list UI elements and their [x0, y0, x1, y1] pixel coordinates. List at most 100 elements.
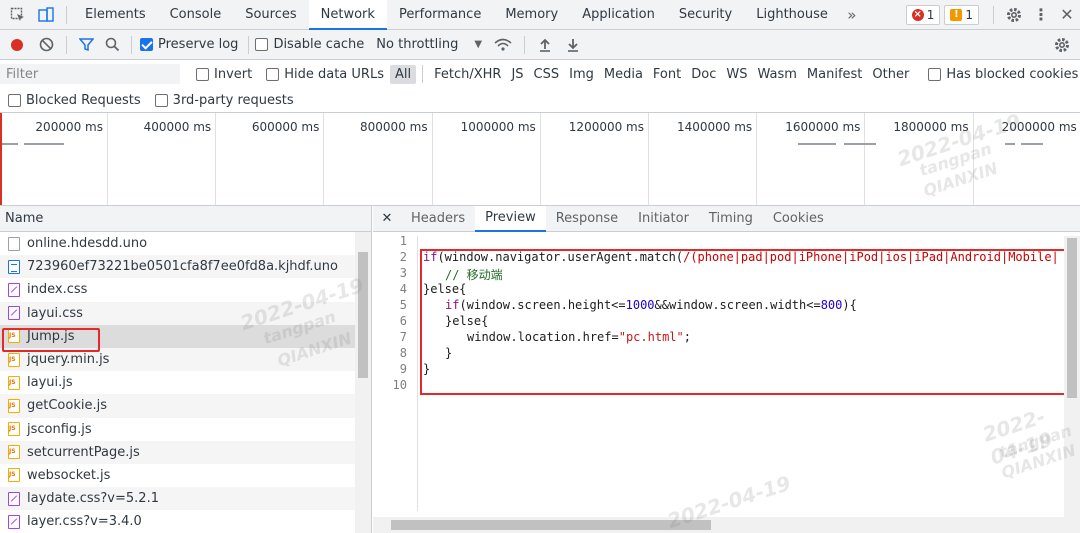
filter-input[interactable]: [0, 64, 180, 84]
request-row[interactable]: layui.css: [0, 301, 371, 325]
tab-console[interactable]: Console: [158, 0, 234, 30]
network-overview-timeline[interactable]: 200000 ms 400000 ms 600000 ms 800000 ms 1000…: [0, 113, 1080, 206]
hide-data-urls-label: Hide data URLs: [284, 66, 384, 82]
tab-memory[interactable]: Memory: [493, 0, 570, 30]
hide-data-urls-checkbox[interactable]: Hide data URLs: [266, 67, 384, 82]
filter-bar-secondary: Blocked Requests 3rd-party requests: [0, 88, 1080, 113]
third-party-requests-checkbox[interactable]: 3rd-party requests: [154, 93, 294, 108]
timeline-bar: [1021, 143, 1043, 145]
checkbox-unchecked[interactable]: [266, 67, 280, 81]
tab-performance[interactable]: Performance: [387, 0, 493, 30]
network-conditions-icon[interactable]: [488, 30, 518, 60]
checkbox-unchecked[interactable]: [928, 67, 942, 81]
filter-type-media[interactable]: Media: [599, 65, 648, 84]
has-blocked-cookies-checkbox[interactable]: Has blocked cookies: [928, 67, 1078, 82]
gutter-divider: [417, 236, 418, 511]
tab-application[interactable]: Application: [570, 0, 667, 30]
tab-network[interactable]: Network: [308, 0, 387, 30]
request-row[interactable]: index.css: [0, 278, 371, 301]
checkbox-checked[interactable]: [140, 38, 153, 51]
request-row[interactable]: websocket.js: [0, 464, 371, 487]
import-har-icon[interactable]: [531, 30, 559, 60]
toolbar-divider: [248, 35, 250, 54]
filter-type-css[interactable]: CSS: [529, 65, 565, 84]
disable-cache-checkbox[interactable]: Disable cache: [255, 37, 364, 52]
scrollbar-thumb[interactable]: [391, 520, 711, 530]
checkbox-unchecked[interactable]: [8, 93, 21, 107]
tab-sources[interactable]: Sources: [233, 0, 308, 30]
export-har-icon[interactable]: [559, 30, 587, 60]
preview-code-view: 1 2 3 4 5 6 7 8 9 10 if(window.navigator.userAgen…: [373, 234, 1080, 511]
clear-icon[interactable]: [32, 30, 60, 60]
request-row[interactable]: setcurrentPage.js: [0, 440, 371, 464]
script-file-icon: [8, 352, 20, 367]
stylesheet-file-icon: [8, 306, 20, 321]
inspect-element-icon[interactable]: [4, 0, 32, 30]
kebab-menu-icon[interactable]: ⋮: [1028, 0, 1054, 30]
request-detail-panel: ✕ Headers Preview Response Initiator Timing C…: [373, 206, 1080, 533]
warning-icon: !: [950, 8, 963, 21]
invert-checkbox[interactable]: Invert: [196, 67, 252, 82]
errors-badge[interactable]: × 1: [905, 4, 941, 25]
detail-tab-initiator[interactable]: Initiator: [628, 206, 699, 232]
errors-count: 1: [926, 7, 935, 22]
stylesheet-file-icon: [8, 514, 20, 529]
detail-tab-timing[interactable]: Timing: [699, 206, 763, 232]
network-settings-gear-icon[interactable]: [1044, 30, 1080, 60]
gear-icon[interactable]: [1000, 0, 1028, 30]
detail-tab-preview[interactable]: Preview: [475, 206, 546, 232]
device-toolbar-icon[interactable]: [32, 0, 60, 30]
checkbox-unchecked[interactable]: [255, 38, 269, 51]
script-file-icon: [8, 375, 20, 390]
preview-vertical-scrollbar[interactable]: [1064, 236, 1080, 517]
file-icon: [8, 236, 20, 251]
search-icon[interactable]: [99, 30, 125, 60]
request-row[interactable]: getCookie.js: [0, 394, 371, 418]
filter-type-doc[interactable]: Doc: [686, 65, 721, 84]
request-row[interactable]: layer.css?v=3.4.0: [0, 510, 371, 533]
filter-bar: Invert Hide data URLs All Fetch/XHRJSCSSI…: [0, 60, 1080, 88]
invert-label: Invert: [214, 66, 253, 82]
tab-elements[interactable]: Elements: [73, 0, 158, 30]
filter-type-other[interactable]: Other: [867, 65, 914, 84]
timeline-bar: [24, 143, 64, 145]
name-column-header[interactable]: Name: [0, 206, 371, 232]
filter-type-js[interactable]: JS: [506, 65, 528, 84]
filter-type-all[interactable]: All: [389, 64, 417, 84]
timeline-bar: [798, 143, 836, 145]
close-icon[interactable]: ✕: [1054, 0, 1080, 30]
record-icon[interactable]: [2, 30, 32, 60]
detail-tab-cookies[interactable]: Cookies: [763, 206, 834, 232]
chevron-double-right-icon[interactable]: »: [840, 0, 864, 30]
preserve-log-checkbox[interactable]: Preserve log: [140, 37, 238, 52]
scrollbar-thumb[interactable]: [1067, 238, 1077, 398]
warnings-badge[interactable]: ! 1: [944, 4, 979, 25]
detail-tab-headers[interactable]: Headers: [401, 206, 475, 232]
toolbar-divider: [66, 5, 67, 24]
tab-security[interactable]: Security: [667, 0, 744, 30]
timeline-tick-label: 800000 ms: [360, 120, 428, 134]
request-row[interactable]: 723960ef73221be0501cfa8f7ee0fd8a.kjhdf.u…: [0, 255, 371, 279]
devtools-main-toolbar: Elements Console Sources Network Performance…: [0, 0, 1080, 30]
filter-type-manifest[interactable]: Manifest: [802, 65, 867, 84]
filter-icon[interactable]: [73, 30, 99, 60]
request-row[interactable]: layui.js: [0, 371, 371, 394]
filter-type-ws[interactable]: WS: [721, 65, 752, 84]
filter-type-fetch-xhr[interactable]: Fetch/XHR: [429, 65, 506, 84]
throttling-select[interactable]: No throttling ▼: [376, 37, 482, 52]
filter-type-font[interactable]: Font: [648, 65, 686, 84]
detail-tab-response[interactable]: Response: [546, 206, 628, 232]
close-detail-icon[interactable]: ✕: [373, 206, 401, 232]
tab-lighthouse[interactable]: Lighthouse: [744, 0, 840, 30]
filter-type-img[interactable]: Img: [564, 65, 599, 84]
checkbox-unchecked[interactable]: [154, 93, 168, 107]
preview-horizontal-scrollbar[interactable]: [373, 517, 1080, 533]
filter-type-wasm[interactable]: Wasm: [752, 65, 801, 84]
request-row[interactable]: jsconfig.js: [0, 418, 371, 441]
request-row[interactable]: online.hdesdd.uno: [0, 232, 371, 255]
request-row[interactable]: laydate.css?v=5.2.1: [0, 487, 371, 511]
scrollbar-thumb[interactable]: [358, 252, 368, 378]
blocked-requests-checkbox[interactable]: Blocked Requests: [8, 93, 141, 108]
checkbox-unchecked[interactable]: [196, 67, 209, 81]
request-list-scrollbar[interactable]: [355, 232, 371, 533]
